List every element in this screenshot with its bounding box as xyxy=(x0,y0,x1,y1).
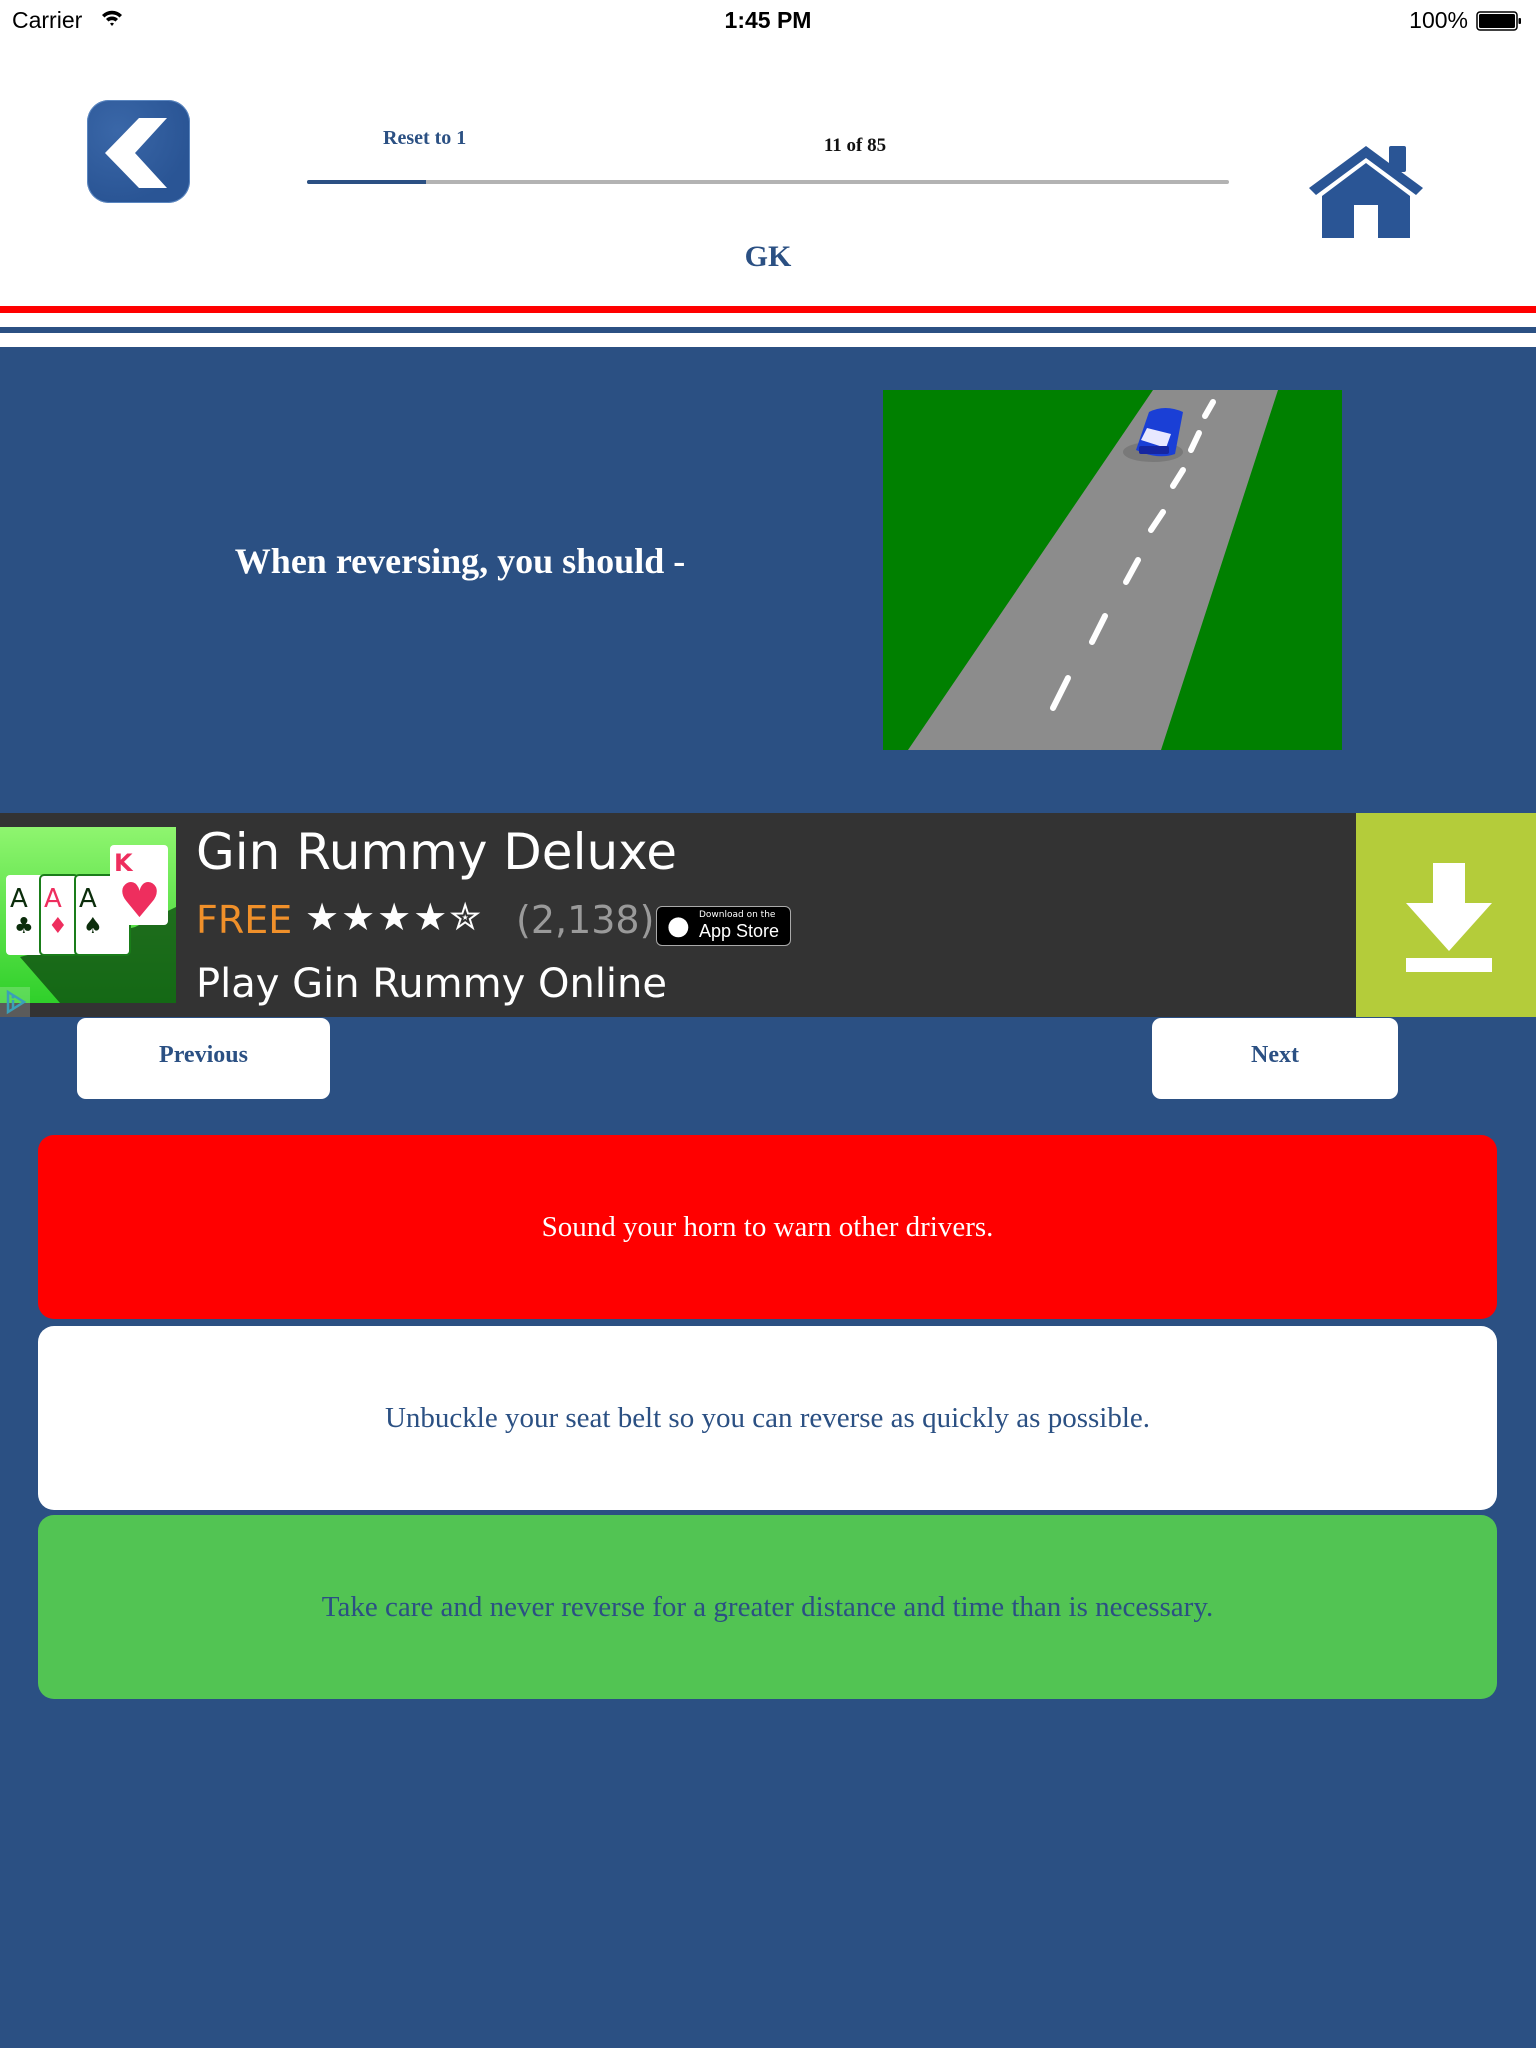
ad-app-icon[interactable]: A A A ♣ ♦ ♠ K ♥ xyxy=(0,827,176,1003)
ad-star-rating: ★★★★✮ xyxy=(305,895,484,939)
svg-text:♥: ♥ xyxy=(118,873,161,929)
back-chevron-icon xyxy=(105,118,167,188)
ad-subtitle: Play Gin Rummy Online xyxy=(196,961,667,1007)
previous-button[interactable]: Previous xyxy=(77,1018,330,1099)
ad-banner[interactable]: A A A ♣ ♦ ♠ K ♥ Gin Rummy Deluxe FREE ★★… xyxy=(0,813,1536,1017)
ad-review-count: (2,138) xyxy=(516,898,655,942)
svg-text:♣: ♣ xyxy=(14,914,34,939)
battery-percent: 100% xyxy=(1409,7,1468,33)
question-text: When reversing, you should - xyxy=(234,541,686,581)
svg-text:♠: ♠ xyxy=(83,914,103,939)
app-store-badge[interactable]: ● Download on the App Store xyxy=(656,906,791,946)
answer-option[interactable]: Unbuckle your seat belt so you can rever… xyxy=(38,1326,1497,1510)
question-image xyxy=(883,390,1342,750)
svg-text:A: A xyxy=(79,884,97,914)
progress-fill xyxy=(307,180,427,184)
app-store-badge-text: App Store xyxy=(699,921,780,941)
header: Reset to 1 11 of 85 GK xyxy=(0,40,1536,347)
apple-icon: ● xyxy=(667,911,690,941)
home-icon[interactable] xyxy=(1305,142,1427,242)
ad-price: FREE xyxy=(196,898,293,942)
app-store-badge-small-text: Download on the xyxy=(699,910,776,920)
answer-option-correct[interactable]: Take care and never reverse for a greate… xyxy=(38,1515,1497,1699)
answer-option-wrong[interactable]: Sound your horn to warn other drivers. xyxy=(38,1135,1497,1319)
question-counter: 11 of 85 xyxy=(823,135,887,156)
svg-text:♦: ♦ xyxy=(48,914,68,939)
svg-text:A: A xyxy=(10,884,28,914)
battery-icon xyxy=(1476,11,1521,31)
divider-red xyxy=(0,306,1536,313)
back-button[interactable] xyxy=(87,100,190,203)
category-title: GK xyxy=(744,240,792,273)
status-bar: Carrier 1:45 PM 100% xyxy=(0,0,1536,40)
divider-blue xyxy=(0,327,1536,333)
progress-bar xyxy=(307,180,1229,184)
reset-to-first-link[interactable]: Reset to 1 xyxy=(383,127,466,150)
svg-text:A: A xyxy=(44,884,62,914)
ad-download-button[interactable] xyxy=(1356,813,1536,1017)
adchoices-icon[interactable] xyxy=(0,987,30,1017)
next-button[interactable]: Next xyxy=(1152,1018,1398,1099)
download-icon xyxy=(1406,863,1492,972)
clock: 1:45 PM xyxy=(724,7,812,33)
ad-title[interactable]: Gin Rummy Deluxe xyxy=(196,823,677,881)
